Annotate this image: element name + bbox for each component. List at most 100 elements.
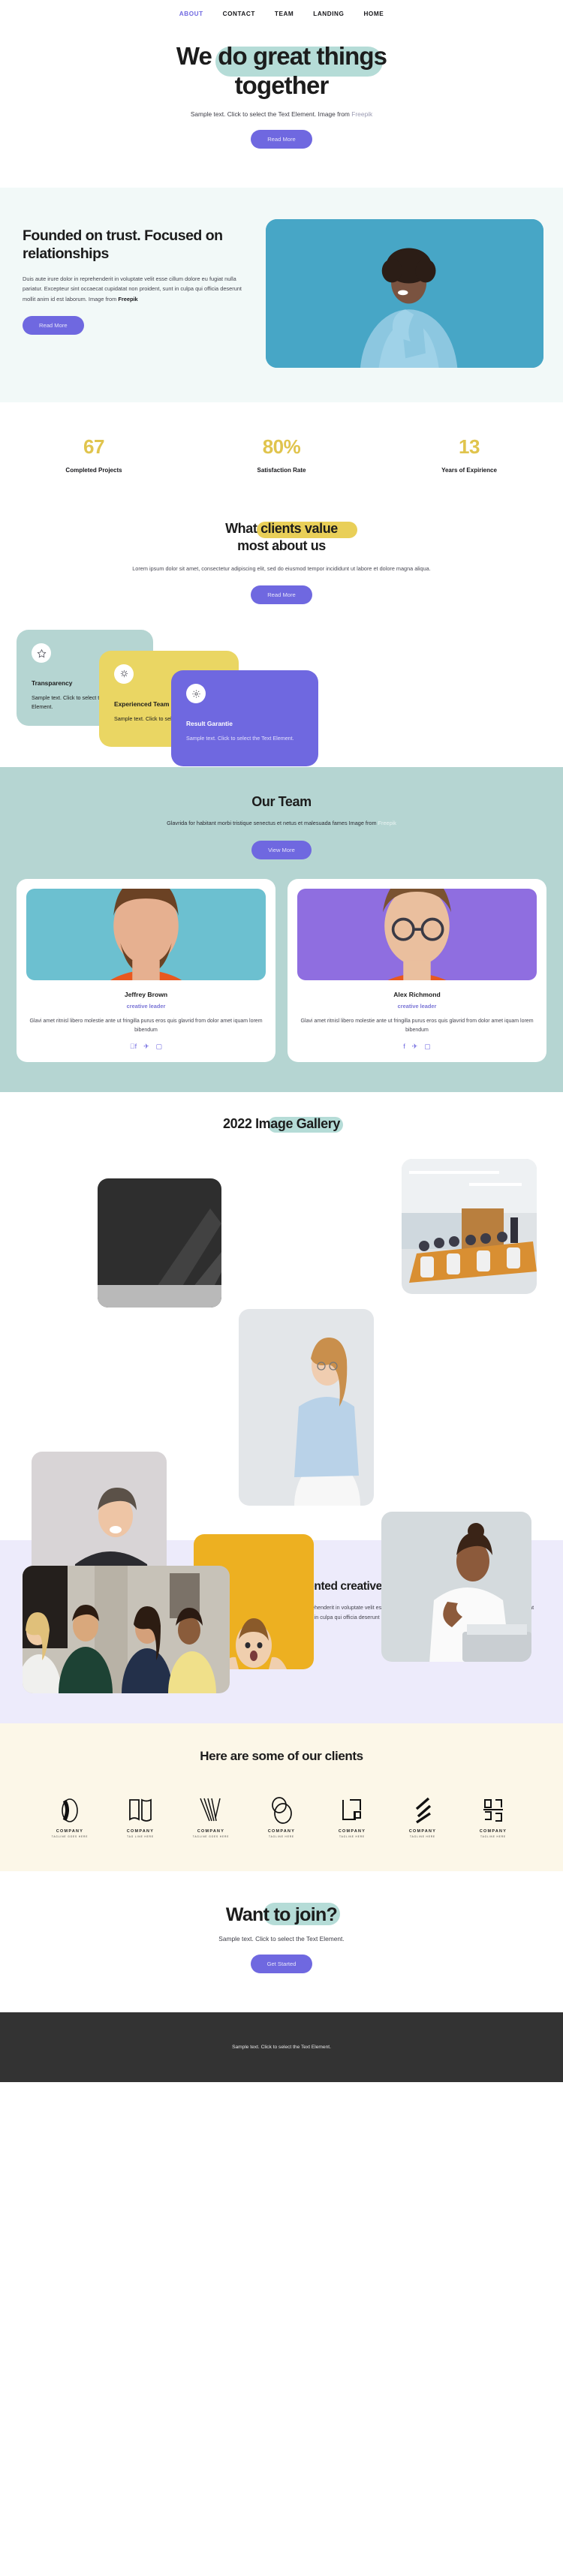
team-view-more-button[interactable]: View More <box>251 840 312 859</box>
client-name: COMPANY <box>56 1829 84 1834</box>
client-logo[interactable]: COMPANY TAGLINE HERE <box>394 1794 451 1838</box>
double-oval-mark-icon <box>253 1794 310 1825</box>
hero-title-line2: together <box>234 71 330 99</box>
facebook-icon[interactable]: f <box>130 1043 137 1050</box>
stat-item: 80% Satisfaction Rate <box>188 435 375 474</box>
team-description: Glavrida for habitant morbi tristique se… <box>0 818 563 828</box>
trust-section: Founded on trust. Focused on relationshi… <box>0 187 563 402</box>
join-heading: Want to join? <box>225 1903 340 1926</box>
trust-body: Duis aute irure dolor in reprehenderit i… <box>23 274 248 304</box>
twitter-icon[interactable]: ✈ <box>143 1043 149 1050</box>
page-footer: Sample text. Click to select the Text El… <box>0 2012 563 2083</box>
values-section: What clients value most about us Lorem i… <box>0 504 563 768</box>
client-logo[interactable]: COMPANY TAGLINE HERE <box>253 1794 310 1838</box>
member-photo-illustration <box>26 888 266 980</box>
hero-subtitle-link[interactable]: Freepik <box>351 110 372 118</box>
team-member-name: Alex Richmond <box>393 990 441 998</box>
team-description-link[interactable]: Freepik <box>378 820 396 826</box>
team-member-photo <box>26 888 266 980</box>
gallery-image-2[interactable] <box>402 1159 537 1295</box>
main-navigation: ABOUT CONTACT TEAM LANDING HOME <box>0 0 563 27</box>
hero-section: We do great things together Sample text.… <box>0 27 563 188</box>
value-card-text: Sample text. Click to select the Text El… <box>186 735 294 742</box>
stat-label: Completed Projects <box>65 466 122 474</box>
client-logo[interactable]: COMPANY TAGLINE HERE <box>465 1794 522 1838</box>
gallery-image-1[interactable] <box>98 1178 221 1308</box>
meeting-room-illustration <box>402 1159 537 1295</box>
bracket-block-mark-icon <box>465 1794 522 1825</box>
stat-number: 13 <box>459 435 480 458</box>
team-member-bio: Glavi amet ritnisl libero molestie ante … <box>29 1018 263 1033</box>
team-members: Jeffrey Brown creative leader Glavi amet… <box>0 878 563 1063</box>
client-tagline: TAGLINE HERE <box>269 1835 294 1839</box>
client-logo[interactable]: COMPANY TAG LINE HERE <box>112 1794 169 1838</box>
client-name: COMPANY <box>479 1829 507 1834</box>
client-name: COMPANY <box>126 1829 155 1834</box>
gallery-grid <box>0 1151 563 1670</box>
client-tagline: TAGLINE GOES HERE <box>51 1835 89 1839</box>
trust-read-more-button[interactable]: Read More <box>23 316 84 336</box>
team-member-role: creative leader <box>126 1002 166 1010</box>
stat-item: 67 Completed Projects <box>0 435 188 474</box>
hero-read-more-button[interactable]: Read More <box>251 129 312 149</box>
dark-wall-illustration <box>98 1178 221 1308</box>
client-tagline: TAGLINE HERE <box>410 1835 435 1839</box>
hero-title-line1: We do great things <box>176 42 387 70</box>
gallery-section: 2022 Image Gallery <box>0 1092 563 1670</box>
client-logos: COMPANY TAGLINE GOES HERE COMPANY TAG LI… <box>0 1794 563 1838</box>
nav-item-landing[interactable]: LANDING <box>313 11 344 17</box>
nav-item-team[interactable]: TEAM <box>275 11 294 17</box>
striped-v-mark-icon <box>182 1794 239 1825</box>
trust-body-bold: Freepik <box>118 295 138 302</box>
instagram-icon[interactable]: ▢ <box>156 1043 163 1050</box>
values-heading: What clients value most about us <box>225 520 358 555</box>
team-member-card[interactable]: Alex Richmond creative leader Glavi amet… <box>288 878 546 1063</box>
team-member-bio: Glavi amet ritnisl libero molestie ante … <box>300 1018 534 1033</box>
clients-heading: Here are some of our clients <box>200 1749 363 1764</box>
values-heading-line2: most about us <box>237 538 326 554</box>
team-member-card[interactable]: Jeffrey Brown creative leader Glavi amet… <box>17 878 275 1063</box>
client-tagline: TAGLINE HERE <box>480 1835 506 1839</box>
facebook-icon[interactable]: f <box>403 1043 405 1050</box>
twitter-icon[interactable]: ✈ <box>412 1043 418 1050</box>
stat-label: Years of Expirience <box>441 466 497 474</box>
team-member-photo <box>297 888 537 980</box>
trust-photo-illustration <box>266 218 543 368</box>
client-logo[interactable]: COMPANY TAGLINE GOES HERE <box>41 1794 98 1838</box>
team-description-text: Glavrida for habitant morbi tristique se… <box>167 820 378 827</box>
client-logo[interactable]: COMPANY TAGLINE HERE <box>324 1794 381 1838</box>
open-book-mark-icon <box>112 1794 169 1825</box>
nav-item-contact[interactable]: CONTACT <box>223 11 255 17</box>
instagram-icon[interactable]: ▢ <box>424 1043 431 1050</box>
join-section: Want to join? Sample text. Click to sele… <box>0 1871 563 2013</box>
values-read-more-button[interactable]: Read More <box>251 585 312 605</box>
creatives-image <box>23 1566 230 1694</box>
client-name: COMPANY <box>408 1829 437 1834</box>
client-logo[interactable]: COMPANY TAGLINE GOES HERE <box>182 1794 239 1838</box>
member-photo-illustration <box>297 888 537 980</box>
hero-title: We do great things together <box>176 42 387 101</box>
client-tagline: TAGLINE HERE <box>339 1835 365 1839</box>
hero-subtitle-text: Sample text. Click to select the Text El… <box>190 110 352 118</box>
nav-item-home[interactable]: HOME <box>363 11 384 17</box>
values-description: Lorem ipsum dolor sit amet, consectetur … <box>132 564 431 572</box>
diagonal-stripes-mark-icon <box>394 1794 451 1825</box>
nav-item-about[interactable]: ABOUT <box>179 11 203 17</box>
team-member-socials: f ✈ ▢ <box>26 1043 266 1050</box>
value-cards: Transparency Sample text. Click to selec… <box>0 628 563 767</box>
hero-subtitle: Sample text. Click to select the Text El… <box>0 110 563 118</box>
woman-blue-shirt-illustration <box>239 1309 374 1506</box>
client-name: COMPANY <box>267 1829 296 1834</box>
gear-icon <box>186 684 206 704</box>
stats-section: 67 Completed Projects 80% Satisfaction R… <box>0 402 563 505</box>
join-heading-text: Want to join? <box>225 1904 338 1926</box>
join-get-started-button[interactable]: Get Started <box>250 1955 313 1974</box>
team-member-role: creative leader <box>397 1002 437 1010</box>
team-heading: Our Team <box>251 794 312 810</box>
client-tagline: TAGLINE GOES HERE <box>192 1835 230 1839</box>
team-section: Our Team Glavrida for habitant morbi tri… <box>0 767 563 1093</box>
gallery-image-3[interactable] <box>239 1309 374 1506</box>
group-people-illustration <box>23 1566 230 1694</box>
value-card-result-garantie[interactable]: Result Garantie Sample text. Click to se… <box>171 670 318 767</box>
gallery-image-6[interactable] <box>381 1512 531 1663</box>
